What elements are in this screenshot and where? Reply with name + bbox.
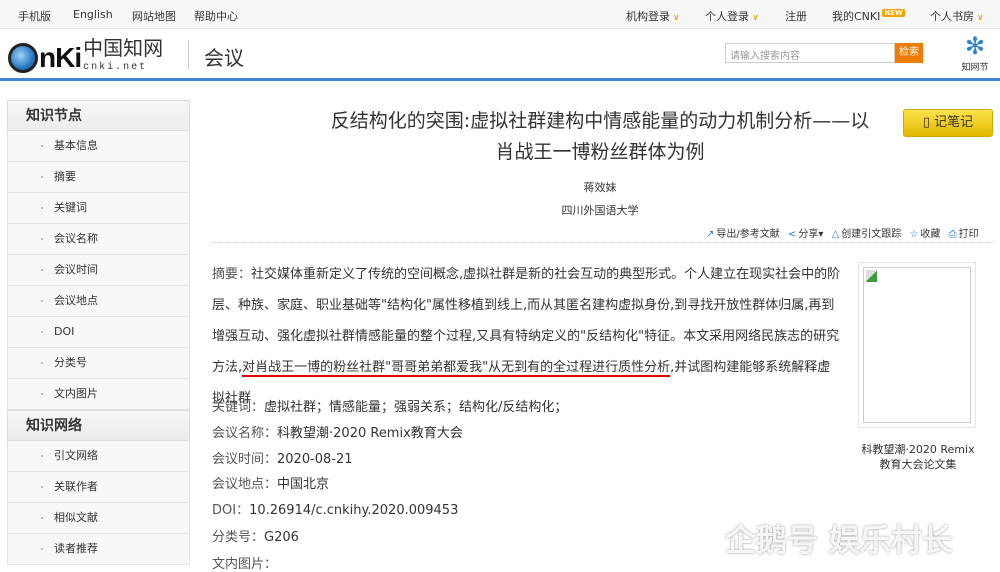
abstract-highlight: 对肖战王一博的粉丝社群"哥哥弟弟都爱我"从无到有的全过程进行质性分析 xyxy=(242,360,671,377)
conference-time-field: 会议时间：2020-08-21 xyxy=(212,448,353,467)
my-cnki-link[interactable]: 我的CNKI NEW xyxy=(832,8,905,24)
chevron-down-icon: ∨ xyxy=(673,13,680,23)
field-label: 会议时间： xyxy=(212,452,278,467)
watermark: 企鹅号 娱乐村长 xyxy=(725,523,953,559)
proceedings-cover[interactable] xyxy=(858,262,976,428)
chevron-down-icon: ∨ xyxy=(752,13,759,23)
globe-icon xyxy=(8,43,38,73)
org-login-menu[interactable]: 机构登录 ∨ xyxy=(626,8,680,24)
abstract: 摘要：社交媒体重新定义了传统的空间概念,虚拟社群是新的社会互动的典型形式。个人建… xyxy=(212,259,842,414)
sitemap-link[interactable]: 网站地图 xyxy=(132,8,176,24)
figures-field: 文内图片： xyxy=(212,553,277,572)
abstract-label: 摘要： xyxy=(212,267,252,282)
sidebar-item-classification[interactable]: 分类号 xyxy=(7,348,190,379)
article-toolbar: ↗ 导出/参考文献 < 分享▾ △ 创建引文跟踪 ☆ 收藏 ⎙ 打印 xyxy=(706,225,984,240)
new-badge: NEW xyxy=(882,9,905,17)
english-link[interactable]: English xyxy=(73,8,113,21)
zhiwangjie-logo[interactable]: ✻ 知网节 xyxy=(955,32,995,73)
header-divider xyxy=(0,78,1000,81)
sidebar-item-conference-place[interactable]: 会议地点 xyxy=(7,286,190,317)
sidebar-knowledge-nodes: 知识节点 基本信息 摘要 关键词 会议名称 会议时间 会议地点 DOI 分类号 … xyxy=(7,100,190,565)
sidebar-heading: 知识节点 xyxy=(7,100,190,131)
sidebar-item-abstract[interactable]: 摘要 xyxy=(7,162,190,193)
my-cnki-label: 我的CNKI xyxy=(832,10,881,23)
take-notes-button[interactable]: ▯ 记笔记 xyxy=(903,109,993,137)
proceedings-title[interactable]: 科教望潮·2020 Remix教育大会论文集 xyxy=(858,442,978,472)
field-label: DOI： xyxy=(212,503,250,518)
help-link[interactable]: 帮助中心 xyxy=(194,8,238,24)
title-line: 肖战王一博粉丝群体为例 xyxy=(495,141,705,163)
sidebar-item-keywords[interactable]: 关键词 xyxy=(7,193,190,224)
section-title: 会议 xyxy=(204,46,244,70)
favorite-label: 收藏 xyxy=(920,229,941,240)
field-label: 文内图片： xyxy=(212,557,278,572)
sidebar-item-conference-name[interactable]: 会议名称 xyxy=(7,224,190,255)
field-label: 会议名称： xyxy=(212,426,278,441)
field-label: 分类号： xyxy=(212,530,265,545)
sidebar-item-related-authors[interactable]: 关联作者 xyxy=(7,472,190,503)
keywords-value[interactable]: 虚拟社群；情感能量；强弱关系；结构化/反结构化； xyxy=(264,400,567,415)
abstract-text: 社交媒体重新定义了传统的空间概念,虚拟社群是新的社会互动的典型形式。个人建立在现… xyxy=(212,267,841,375)
classification-field: 分类号：G206 xyxy=(212,526,299,545)
star-icon: ☆ xyxy=(909,229,919,240)
bookshelf-label: 个人书房 xyxy=(930,10,974,23)
logo-wordmark: nKi xyxy=(39,42,82,73)
conference-place-field: 会议地点：中国北京 xyxy=(212,473,329,492)
personal-login-label: 个人登录 xyxy=(705,10,749,23)
export-label: 导出/参考文献 xyxy=(716,229,780,240)
field-label: 会议地点： xyxy=(212,477,278,492)
register-link[interactable]: 注册 xyxy=(785,8,807,24)
top-nav-bar: 手机版 English 网站地图 帮助中心 机构登录 ∨ 个人登录 ∨ 注册 我的C… xyxy=(0,0,1000,29)
cnki-logo[interactable]: nKi 中国知网 cnki.net xyxy=(8,38,163,78)
field-value: 中国北京 xyxy=(277,477,330,492)
conference-name-field: 会议名称：科教望潮·2020 Remix教育大会 xyxy=(212,422,463,441)
search-input[interactable]: 请输入搜索内容 xyxy=(725,43,895,63)
printer-icon: ⎙ xyxy=(948,229,957,240)
author-link[interactable]: 蒋效妹 xyxy=(400,179,800,195)
export-button[interactable]: ↗ 导出/参考文献 xyxy=(706,229,780,240)
broken-image-icon xyxy=(863,267,971,423)
export-icon: ↗ xyxy=(706,229,715,240)
bell-icon: △ xyxy=(831,229,840,240)
favorite-button[interactable]: ☆ 收藏 xyxy=(909,229,940,240)
sidebar-item-basic-info[interactable]: 基本信息 xyxy=(7,131,190,162)
share-label: 分享 xyxy=(798,229,819,240)
sidebar-item-doi[interactable]: DOI xyxy=(7,317,190,348)
article-title: 反结构化的突围:虚拟社群建构中情感能量的动力机制分析——以 肖战王一博粉丝群体为例 xyxy=(300,106,900,168)
personal-login-menu[interactable]: 个人登录 ∨ xyxy=(705,8,759,24)
search-button[interactable]: 检索 xyxy=(895,43,923,63)
share-button[interactable]: < 分享▾ xyxy=(788,229,823,240)
title-line: 反结构化的突围:虚拟社群建构中情感能量的动力机制分析——以 xyxy=(330,110,870,132)
track-citation-button[interactable]: △ 创建引文跟踪 xyxy=(832,229,902,240)
field-label: 关键词： xyxy=(212,400,265,415)
field-value: 2020-08-21 xyxy=(277,452,353,467)
sidebar-item-conference-time[interactable]: 会议时间 xyxy=(7,255,190,286)
bookshelf-menu[interactable]: 个人书房 ∨ xyxy=(930,8,984,24)
zhiwangjie-label: 知网节 xyxy=(961,63,989,73)
keywords-field: 关键词：虚拟社群；情感能量；强弱关系；结构化/反结构化； xyxy=(212,396,567,415)
print-button[interactable]: ⎙ 打印 xyxy=(949,229,979,240)
sidebar-item-similar-docs[interactable]: 相似文献 xyxy=(7,503,190,534)
network-icon: ✻ xyxy=(964,32,986,60)
field-value[interactable]: 科教望潮·2020 Remix教育大会 xyxy=(277,426,463,441)
field-value: 10.26914/c.cnkihy.2020.009453 xyxy=(249,503,459,518)
print-label: 打印 xyxy=(958,229,979,240)
sidebar-item-citation-network[interactable]: 引文网络 xyxy=(7,441,190,472)
track-label: 创建引文跟踪 xyxy=(841,229,902,240)
notebook-icon: ▯ xyxy=(922,115,935,130)
chevron-down-icon: ∨ xyxy=(977,13,984,23)
logo-chinese: 中国知网 cnki.net xyxy=(83,36,164,73)
sidebar-item-figures[interactable]: 文内图片 xyxy=(7,379,190,410)
doi-field: DOI：10.26914/c.cnkihy.2020.009453 xyxy=(212,499,458,518)
note-label: 记笔记 xyxy=(934,115,974,130)
share-icon: < xyxy=(787,229,797,240)
sidebar-heading: 知识网络 xyxy=(7,410,190,441)
field-value: G206 xyxy=(264,530,299,545)
divider xyxy=(188,40,189,70)
institution-link[interactable]: 四川外国语大学 xyxy=(400,202,800,218)
divider xyxy=(212,242,994,243)
sidebar-item-reader-recommend[interactable]: 读者推荐 xyxy=(7,534,190,565)
mobile-link[interactable]: 手机版 xyxy=(18,8,51,24)
org-login-label: 机构登录 xyxy=(626,10,670,23)
